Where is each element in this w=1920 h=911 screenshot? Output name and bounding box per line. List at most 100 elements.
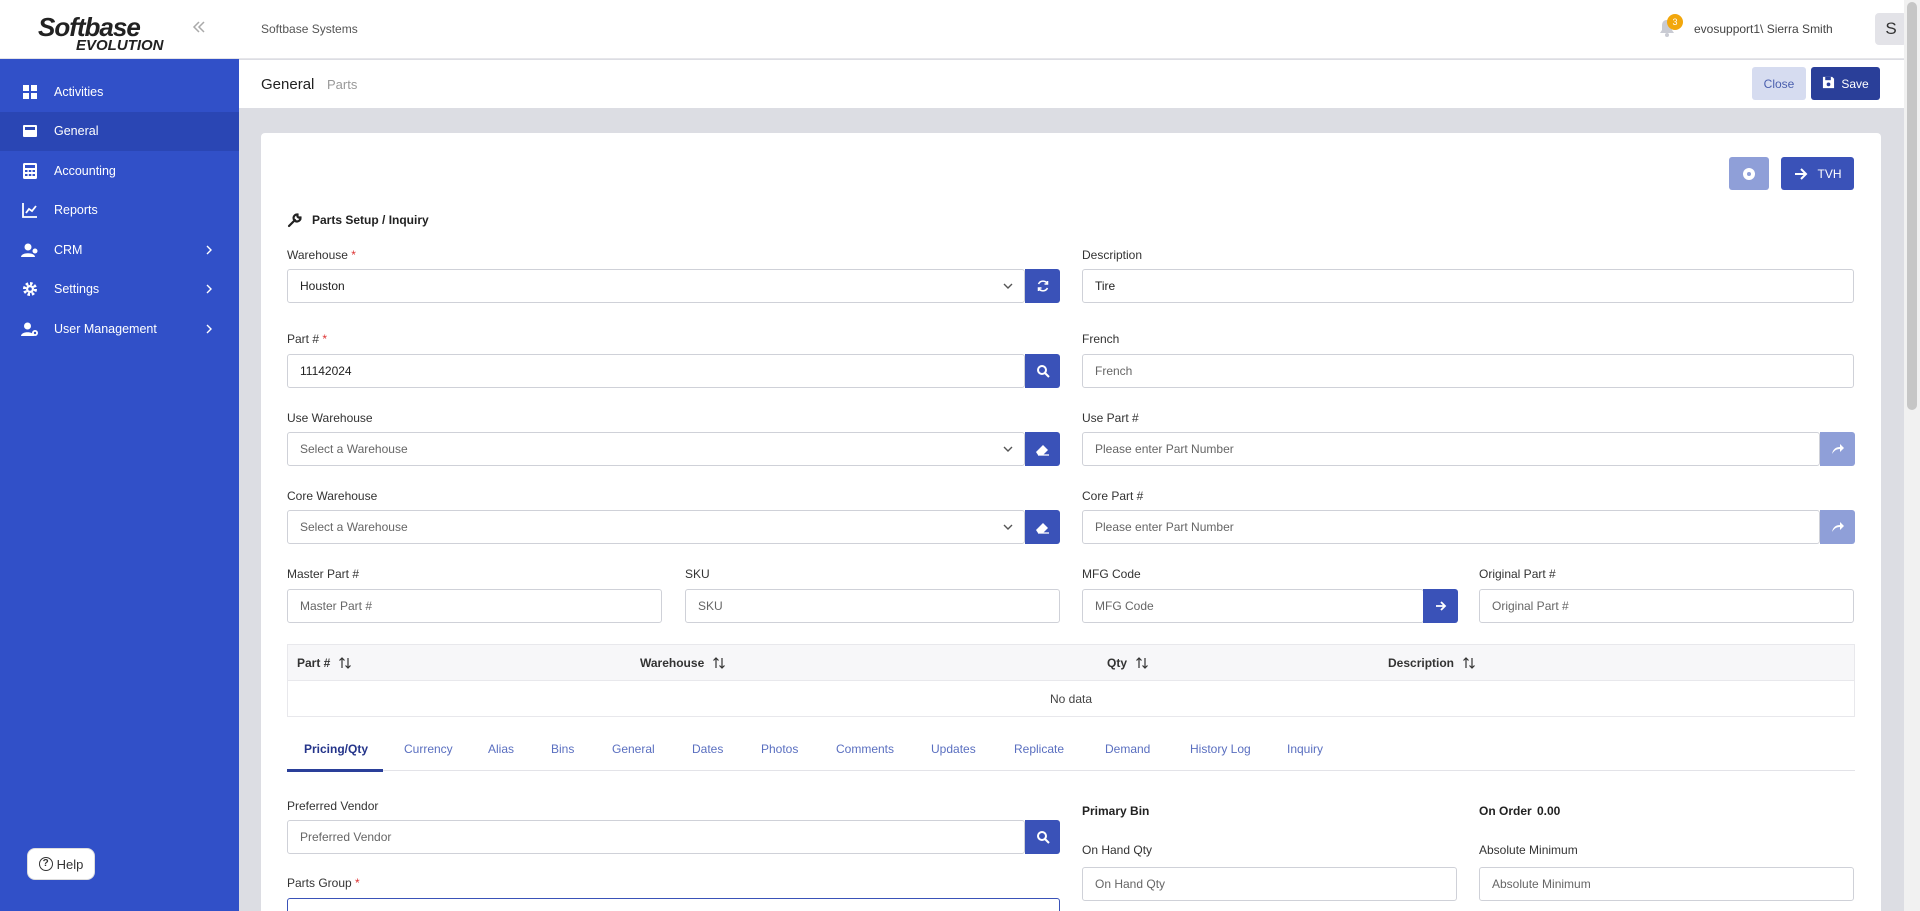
- chevron-down-icon: [1002, 280, 1014, 292]
- avatar[interactable]: S: [1875, 13, 1907, 45]
- scrollbar-thumb[interactable]: [1907, 2, 1917, 410]
- sidebar-item-label: User Management: [54, 321, 157, 336]
- french-label: French: [1082, 332, 1120, 346]
- parts-group-select[interactable]: [287, 898, 1060, 911]
- clear-use-warehouse-button[interactable]: [1025, 432, 1060, 466]
- collapse-sidebar-icon[interactable]: [188, 18, 210, 40]
- info-button[interactable]: [1729, 157, 1769, 190]
- sidebar-item-activities[interactable]: Activities: [0, 72, 239, 112]
- original-part-field[interactable]: Original Part #: [1479, 589, 1854, 623]
- column-header-part[interactable]: Part #: [297, 656, 352, 670]
- part-number-field[interactable]: 11142024: [287, 354, 1025, 388]
- part-search-button[interactable]: [1025, 354, 1060, 388]
- mfg-code-go-button[interactable]: [1423, 589, 1458, 623]
- on-hand-qty-placeholder: On Hand Qty: [1095, 877, 1166, 891]
- sidebar-item-label: General: [54, 124, 99, 139]
- sort-icon: [1136, 657, 1148, 669]
- page-scrollbar[interactable]: [1904, 0, 1920, 911]
- core-part-go-button[interactable]: [1820, 510, 1855, 544]
- sidebar: Softbase EVOLUTION Activities General Ac…: [0, 0, 239, 911]
- mfg-code-field[interactable]: MFG Code: [1082, 589, 1424, 623]
- tab-currency[interactable]: Currency: [404, 742, 453, 756]
- sidebar-item-reports[interactable]: Reports: [0, 191, 239, 231]
- tab-comments[interactable]: Comments: [836, 742, 894, 756]
- tab-photos[interactable]: Photos: [761, 742, 798, 756]
- tab-replicate[interactable]: Replicate: [1014, 742, 1064, 756]
- use-part-field[interactable]: Please enter Part Number: [1082, 432, 1820, 466]
- refresh-warehouse-button[interactable]: [1025, 269, 1060, 303]
- search-icon: [1036, 831, 1050, 844]
- save-button[interactable]: Save: [1811, 67, 1880, 100]
- grid-header: Part # Warehouse Qty Description: [288, 645, 1854, 681]
- tvh-button[interactable]: TVH: [1781, 157, 1854, 190]
- tab-bins[interactable]: Bins: [551, 742, 574, 756]
- tab-pricing-qty[interactable]: Pricing/Qty: [304, 742, 368, 756]
- sidebar-item-user-management[interactable]: User Management: [0, 309, 239, 349]
- core-part-field[interactable]: Please enter Part Number: [1082, 510, 1820, 544]
- sidebar-item-accounting[interactable]: Accounting: [0, 151, 239, 191]
- original-part-label: Original Part #: [1479, 567, 1556, 581]
- chevron-right-icon: [203, 244, 215, 256]
- use-warehouse-placeholder: Select a Warehouse: [300, 442, 408, 456]
- clear-core-warehouse-button[interactable]: [1025, 510, 1060, 544]
- column-label: Warehouse: [640, 656, 705, 670]
- company-name: Softbase Systems: [261, 22, 358, 36]
- sku-label: SKU: [685, 567, 710, 581]
- master-part-field[interactable]: Master Part #: [287, 589, 662, 623]
- gear-icon: [21, 280, 39, 298]
- softbase-logo[interactable]: Softbase EVOLUTION: [36, 14, 172, 54]
- tab-updates[interactable]: Updates: [931, 742, 976, 756]
- logo-line2: EVOLUTION: [76, 37, 164, 54]
- tab-inquiry[interactable]: Inquiry: [1287, 742, 1323, 756]
- search-icon: [1036, 365, 1050, 378]
- chevron-right-icon: [203, 283, 215, 295]
- core-warehouse-select[interactable]: Select a Warehouse: [287, 510, 1025, 544]
- master-part-placeholder: Master Part #: [300, 599, 373, 613]
- column-label: Part #: [297, 656, 331, 670]
- topbar: Softbase Systems 3 evosupport1\ Sierra S…: [239, 0, 1907, 59]
- use-part-placeholder: Please enter Part Number: [1095, 442, 1234, 456]
- on-hand-qty-label: On Hand Qty: [1082, 843, 1153, 857]
- description-value: Tire: [1095, 279, 1116, 293]
- on-hand-qty-field[interactable]: On Hand Qty: [1082, 867, 1457, 901]
- sidebar-item-settings[interactable]: Settings: [0, 270, 239, 310]
- eraser-icon: [1036, 522, 1049, 534]
- help-button[interactable]: ? Help: [27, 848, 95, 880]
- column-header-qty[interactable]: Qty: [1107, 656, 1149, 670]
- french-field[interactable]: French: [1082, 354, 1854, 388]
- grid-empty-message: No data: [1049, 692, 1093, 706]
- breadcrumb[interactable]: Parts: [327, 77, 357, 92]
- sidebar-item-label: Accounting: [54, 163, 116, 178]
- tab-demand[interactable]: Demand: [1105, 742, 1150, 756]
- warehouse-select[interactable]: Houston: [287, 269, 1025, 303]
- column-header-description[interactable]: Description: [1388, 656, 1476, 670]
- chevron-down-icon: [1002, 521, 1014, 533]
- sidebar-item-general[interactable]: General: [0, 111, 239, 151]
- detail-tabs: Pricing/Qty Currency Alias Bins General …: [287, 731, 1855, 772]
- absolute-minimum-field[interactable]: Absolute Minimum: [1479, 867, 1854, 901]
- user-name[interactable]: evosupport1\ Sierra Smith: [1694, 22, 1833, 36]
- parts-group-label: Parts Group *: [287, 876, 360, 890]
- sku-field[interactable]: SKU: [685, 589, 1060, 623]
- tab-dates[interactable]: Dates: [692, 742, 723, 756]
- share-arrow-icon: [1831, 444, 1844, 454]
- tab-history-log[interactable]: History Log: [1190, 742, 1251, 756]
- close-button[interactable]: Close: [1752, 67, 1806, 100]
- sidebar-item-crm[interactable]: CRM: [0, 230, 239, 270]
- tab-alias[interactable]: Alias: [488, 742, 514, 756]
- sort-icon: [339, 657, 352, 669]
- on-order-value: 0.00: [1537, 804, 1561, 818]
- warehouse-value: Houston: [300, 279, 345, 293]
- use-part-go-button[interactable]: [1820, 432, 1855, 466]
- use-warehouse-select[interactable]: Select a Warehouse: [287, 432, 1025, 466]
- sort-icon: [713, 657, 726, 669]
- vendor-search-button[interactable]: [1025, 820, 1060, 854]
- column-header-warehouse[interactable]: Warehouse: [640, 656, 726, 670]
- preferred-vendor-field[interactable]: Preferred Vendor: [287, 820, 1025, 854]
- description-field[interactable]: Tire: [1082, 269, 1854, 303]
- french-placeholder: French: [1095, 364, 1133, 378]
- chart-line-icon: [21, 201, 39, 219]
- user-cog-icon: [21, 320, 39, 338]
- column-label: Qty: [1107, 656, 1128, 670]
- tab-general[interactable]: General: [612, 742, 655, 756]
